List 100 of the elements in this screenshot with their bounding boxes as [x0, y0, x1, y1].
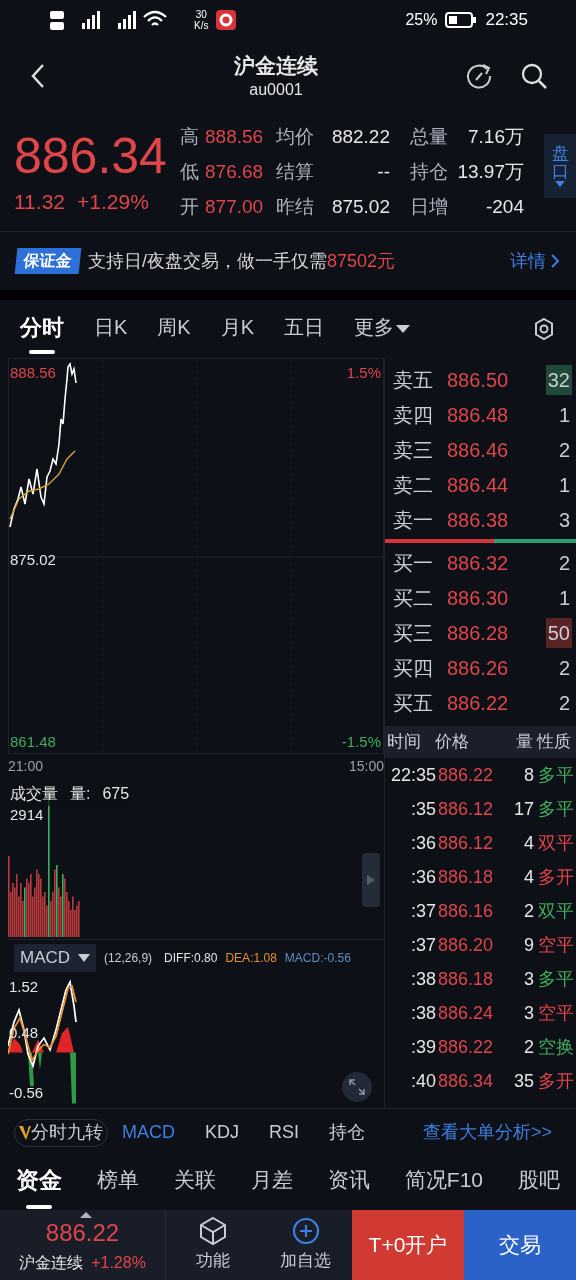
trade-type: 多平	[538, 763, 574, 787]
trade-time: :40	[409, 1069, 437, 1093]
order-level: 买四	[393, 655, 434, 681]
open-account-button[interactable]: T+0开户	[352, 1210, 464, 1280]
axis-label: 1.5%	[346, 363, 381, 383]
chart-tab[interactable]: 五日	[284, 306, 325, 352]
order-level: 买五	[393, 690, 434, 716]
stat-label: 日增	[410, 194, 448, 219]
column-header: 性质	[537, 731, 571, 754]
order-level: 卖五	[393, 367, 434, 393]
bottom-action[interactable]: 加自选	[259, 1210, 352, 1280]
macd-params: (12,26,9)	[104, 950, 153, 967]
chart-tab[interactable]: 更多	[354, 306, 411, 352]
time-label: 21:00	[8, 756, 44, 776]
trade-type: 多平	[538, 967, 574, 991]
stat-value: 877.00	[205, 194, 264, 219]
order-price: 886.38	[447, 507, 510, 533]
big-order-link[interactable]: 查看大单分析>>	[422, 1119, 552, 1146]
trade-price: 886.12	[438, 831, 495, 855]
trade-volume: 2	[523, 899, 534, 923]
order-volume: 1	[557, 585, 571, 611]
trade-price: 886.20	[438, 933, 495, 957]
stat-value: 7.16万	[468, 124, 524, 149]
details-link[interactable]: 详情	[510, 247, 560, 275]
indicator-dropdown[interactable]: MACD	[14, 944, 97, 972]
trade-volume: 4	[523, 865, 534, 889]
stat-label: 低	[180, 159, 199, 184]
add-icon	[290, 1216, 321, 1247]
trade-volume: 4	[523, 831, 534, 855]
volume-title: 成交量	[10, 784, 58, 804]
panel-handle[interactable]	[362, 853, 380, 907]
order-level: 卖三	[393, 437, 434, 463]
indicator-tab[interactable]: KDJ	[205, 1119, 239, 1146]
trade-volume: 2	[523, 1035, 534, 1059]
trade-time: :37	[409, 933, 437, 957]
indicator-tab[interactable]: RSI	[269, 1119, 300, 1146]
trade-type: 空平	[538, 933, 574, 957]
bottom-contract-name: 沪金连续	[19, 1253, 84, 1273]
column-header: 时间	[387, 731, 422, 754]
volume-label: 量:	[70, 784, 91, 804]
order-level: 买二	[393, 585, 434, 611]
trade-price: 886.24	[438, 1001, 495, 1025]
trade-price: 886.18	[438, 865, 495, 889]
order-volume: 2	[557, 690, 571, 716]
macd-value: MACD:-0.56	[284, 950, 351, 967]
network-speed: 30	[195, 9, 207, 20]
section-tab[interactable]: 资讯	[327, 1158, 370, 1208]
order-volume: 2	[557, 655, 571, 681]
settings-icon[interactable]	[532, 317, 556, 341]
stat-label: 持仓	[410, 159, 448, 184]
trade-price: 886.22	[438, 763, 495, 787]
macd-dea: DEA:1.08	[225, 950, 277, 967]
chart-tab[interactable]: 日K	[94, 306, 128, 352]
section-tab[interactable]: 资金	[16, 1156, 62, 1210]
order-price: 886.48	[447, 402, 510, 428]
order-price: 886.22	[447, 690, 510, 716]
expand-icon	[349, 1079, 365, 1095]
trade-time: 22:35	[389, 763, 437, 787]
margin-notice: 支持日/夜盘交易，做一手仅需87502元	[88, 249, 396, 273]
fullscreen-button[interactable]	[342, 1072, 372, 1102]
network-speed-unit: K/s	[194, 20, 209, 31]
section-tab[interactable]: 关联	[173, 1158, 216, 1208]
refresh-icon[interactable]	[464, 61, 494, 91]
indicator-tab[interactable]: MACD	[122, 1119, 175, 1146]
app-icon	[216, 10, 237, 30]
order-volume: 1	[557, 472, 571, 498]
section-tab[interactable]: 股吧	[518, 1158, 560, 1208]
stat-value: 888.56	[205, 124, 264, 149]
clock: 22:35	[485, 9, 528, 32]
chart-tab[interactable]: 月K	[220, 306, 255, 352]
quote-panel-tab[interactable]: 盘口	[544, 134, 576, 198]
bottom-change-percent: +1.28%	[91, 1253, 146, 1273]
search-icon[interactable]	[520, 62, 548, 90]
bottom-action[interactable]: 功能	[166, 1210, 259, 1280]
up-arrow-icon	[80, 1212, 92, 1218]
caret-icon	[555, 181, 565, 187]
trade-price: 886.18	[438, 967, 495, 991]
trade-volume: 8	[523, 763, 534, 787]
order-volume: 3	[557, 507, 571, 533]
order-volume: 2	[557, 550, 571, 576]
trade-time: :38	[409, 967, 437, 991]
section-tab[interactable]: 月差	[250, 1158, 293, 1208]
indicator-tab[interactable]: 持仓	[329, 1119, 366, 1146]
price-change: 11.32	[14, 188, 65, 215]
trade-type: 空平	[538, 1001, 574, 1025]
trade-time: :37	[409, 899, 437, 923]
section-tab[interactable]: 简况F10	[404, 1158, 484, 1208]
macd-diff: DIFF:0.80	[164, 950, 218, 967]
stat-value: 882.22	[330, 124, 390, 149]
section-tab[interactable]: 榜单	[96, 1158, 139, 1208]
axis-label: -0.56	[9, 1083, 44, 1103]
chart-tab[interactable]: 周K	[157, 306, 191, 352]
battery-icon	[445, 12, 478, 28]
order-price: 886.46	[447, 437, 510, 463]
trade-type: 多开	[538, 865, 574, 889]
trade-volume: 35	[512, 1069, 534, 1093]
chart-tab[interactable]: 分时	[20, 304, 64, 354]
order-volume: 2	[557, 437, 571, 463]
order-level: 买三	[393, 620, 434, 646]
trade-button[interactable]: 交易	[464, 1210, 576, 1280]
